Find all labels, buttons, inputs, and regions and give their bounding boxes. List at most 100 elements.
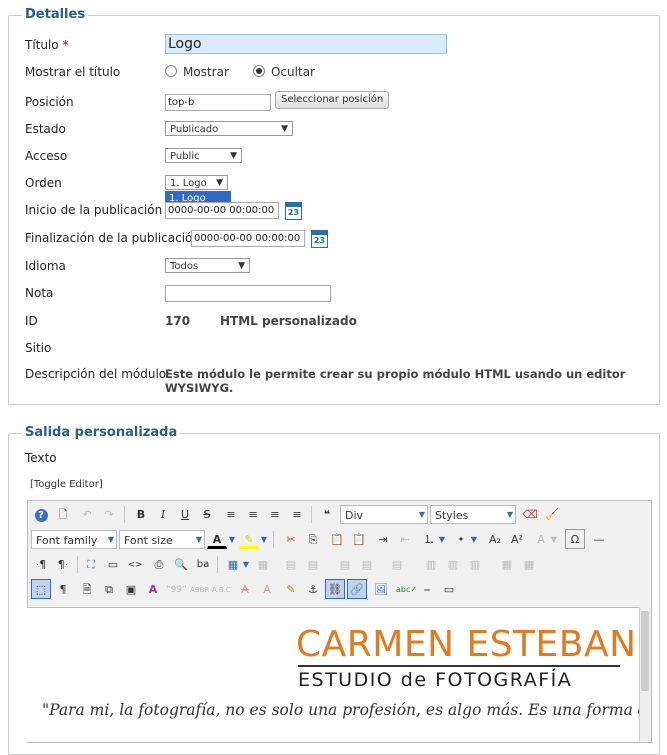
- anchor-icon[interactable]: ⚓: [303, 579, 323, 599]
- strikethrough-icon[interactable]: S: [197, 504, 217, 524]
- visual-aid-icon[interactable]: ⬚: [31, 579, 51, 599]
- editor-scrollbar[interactable]: [639, 607, 651, 741]
- editor-content-area[interactable]: CARMEN ESTEBAN ESTUDIO de FOTOGRAFÍA "Pa…: [27, 607, 639, 742]
- search-icon[interactable]: 🔍: [171, 554, 191, 574]
- delete-table-icon[interactable]: ▦: [253, 554, 273, 574]
- special-character-icon[interactable]: Ω: [565, 529, 585, 549]
- outdent-icon[interactable]: ⇤: [395, 529, 415, 549]
- table-props-icon[interactable]: ▦: [497, 554, 517, 574]
- insert-template-icon[interactable]: 🗎: [77, 579, 97, 599]
- spellcheck-icon[interactable]: abc✓: [395, 579, 417, 599]
- paste-icon[interactable]: 📋: [327, 529, 347, 549]
- align-center-icon[interactable]: ≡: [243, 504, 263, 524]
- show-radio[interactable]: [165, 65, 177, 77]
- font-family-select[interactable]: Font family ▼: [31, 530, 117, 549]
- hide-radio[interactable]: [253, 65, 265, 77]
- ordered-list-dropdown-icon[interactable]: ▼: [437, 529, 447, 549]
- insert-table-icon[interactable]: ▦: [223, 554, 243, 574]
- absolute-position-icon[interactable]: ▣: [121, 579, 141, 599]
- attributes-icon[interactable]: ✎: [281, 579, 301, 599]
- format-select[interactable]: Div ▼: [340, 505, 428, 524]
- text-color-icon[interactable]: A: [207, 529, 227, 549]
- undo-icon[interactable]: ↶: [77, 504, 97, 524]
- unlink-icon[interactable]: ⛓: [325, 579, 345, 599]
- merge-cells-icon[interactable]: ▤: [357, 554, 377, 574]
- cleanup-broom-icon[interactable]: 🧹: [542, 504, 562, 524]
- preview-icon[interactable]: ▭: [103, 554, 123, 574]
- redo-icon[interactable]: ↷: [99, 504, 119, 524]
- toolbar-row-1: ? 🗋 ↶ ↷ B I U S ≡ ≡ ≡ ≡ ❝ Div ▼ Styles ▼ ⌫…: [31, 504, 646, 526]
- bullet-list-dropdown-icon[interactable]: ▼: [469, 529, 479, 549]
- acronym-icon[interactable]: A.B.C: [211, 579, 231, 599]
- col-after-icon[interactable]: ▥: [443, 554, 463, 574]
- delete-text-icon[interactable]: A: [235, 579, 255, 599]
- delete-col-icon[interactable]: ▥: [465, 554, 485, 574]
- copy-icon[interactable]: ⎘: [303, 529, 323, 549]
- calendar-icon[interactable]: 23: [285, 202, 302, 220]
- publish-start-label: Inicio de la publicación: [25, 203, 163, 217]
- print-icon[interactable]: ⎙: [149, 554, 169, 574]
- insert-table-dropdown-icon[interactable]: ▼: [241, 554, 251, 574]
- link-icon[interactable]: 🔗: [347, 579, 367, 599]
- blockquote-icon[interactable]: ❝: [317, 504, 337, 524]
- font-style-icon[interactable]: A: [531, 529, 551, 549]
- ordered-list-icon[interactable]: ⒈: [419, 529, 439, 549]
- row-after-icon[interactable]: ▤: [303, 554, 323, 574]
- readmore-icon[interactable]: ▭: [439, 579, 459, 599]
- delete-row-icon[interactable]: ▤: [335, 554, 355, 574]
- highlight-dropdown-icon[interactable]: ▼: [259, 529, 269, 549]
- insert-text-icon[interactable]: A: [257, 579, 277, 599]
- highlight-color-icon[interactable]: ✎: [239, 529, 259, 549]
- status-select[interactable]: Publicado ▼: [165, 121, 293, 136]
- scrollbar-thumb[interactable]: [641, 611, 649, 691]
- styles-select[interactable]: Styles ▼: [430, 505, 516, 524]
- font-size-select[interactable]: Font size ▼: [119, 530, 205, 549]
- note-input[interactable]: [165, 285, 331, 302]
- cite-icon[interactable]: “99”: [165, 579, 187, 599]
- cell-props-icon[interactable]: ▦: [519, 554, 539, 574]
- replace-icon[interactable]: ba: [193, 554, 213, 574]
- page-break-icon[interactable]: ⎯: [417, 579, 437, 599]
- insert-image-icon[interactable]: 🖼: [371, 579, 391, 599]
- access-select[interactable]: Public ▼: [165, 148, 242, 163]
- italic-icon[interactable]: I: [153, 504, 173, 524]
- position-input[interactable]: [165, 94, 271, 111]
- font-style-dropdown-icon[interactable]: ▼: [549, 529, 559, 549]
- row-before-icon[interactable]: ▤: [281, 554, 301, 574]
- publish-end-input[interactable]: [191, 230, 305, 247]
- brand-name: CARMEN ESTEBAN: [296, 624, 637, 665]
- toggle-editor-link[interactable]: [Toggle Editor]: [30, 479, 103, 490]
- bold-icon[interactable]: B: [131, 504, 151, 524]
- title-input[interactable]: Logo: [165, 34, 447, 54]
- paste-text-icon[interactable]: 📋: [349, 529, 369, 549]
- underline-icon[interactable]: U: [175, 504, 195, 524]
- publish-start-input[interactable]: [165, 202, 279, 219]
- eraser-icon[interactable]: ⌫: [520, 504, 540, 524]
- cut-icon[interactable]: ✂: [281, 529, 301, 549]
- col-before-icon[interactable]: ▥: [421, 554, 441, 574]
- indent-icon[interactable]: ⇥: [373, 529, 393, 549]
- split-cells-icon[interactable]: ▤: [387, 554, 407, 574]
- help-icon[interactable]: ?: [31, 504, 51, 524]
- insert-layer-icon[interactable]: ⧉: [99, 579, 119, 599]
- order-select[interactable]: 1. Logo ▼: [165, 175, 228, 190]
- style-props-icon[interactable]: A: [143, 579, 163, 599]
- subscript-icon[interactable]: A₂: [485, 529, 505, 549]
- superscript-icon[interactable]: A²: [507, 529, 527, 549]
- align-justify-icon[interactable]: ≡: [221, 504, 241, 524]
- ltr-icon[interactable]: ·¶: [31, 554, 51, 574]
- show-blocks-icon[interactable]: ¶: [53, 579, 73, 599]
- new-document-icon[interactable]: 🗋: [53, 504, 73, 524]
- text-color-dropdown-icon[interactable]: ▼: [227, 529, 237, 549]
- bullet-list-icon[interactable]: •: [451, 529, 471, 549]
- fullscreen-icon[interactable]: ⛶: [81, 554, 101, 574]
- html-source-icon[interactable]: <>: [125, 554, 145, 574]
- select-position-button[interactable]: Seleccionar posición: [275, 91, 390, 109]
- calendar-icon[interactable]: 23: [311, 230, 328, 248]
- language-select[interactable]: Todos ▼: [165, 258, 250, 273]
- align-left-icon[interactable]: ≡: [265, 504, 285, 524]
- abbr-icon[interactable]: ABBR: [189, 579, 209, 599]
- horizontal-rule-icon[interactable]: —: [589, 529, 609, 549]
- align-right-icon[interactable]: ≡: [287, 504, 307, 524]
- rtl-icon[interactable]: ¶·: [53, 554, 73, 574]
